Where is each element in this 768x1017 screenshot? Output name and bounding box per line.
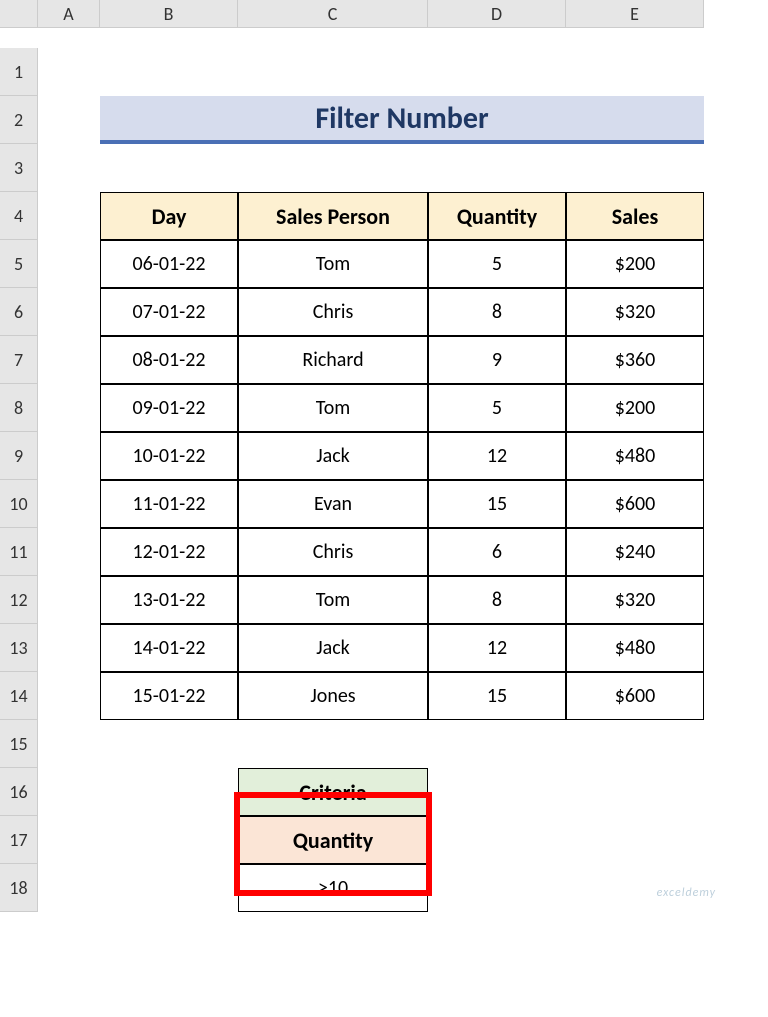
row-header-8[interactable]: 8	[0, 384, 38, 432]
row-header-6[interactable]: 6	[0, 288, 38, 336]
th-day[interactable]: Day	[100, 192, 238, 240]
table-row[interactable]: 13-01-22	[100, 576, 238, 624]
table-row[interactable]: Jack	[238, 624, 428, 672]
th-quantity[interactable]: Quantity	[428, 192, 566, 240]
row-header-12[interactable]: 12	[0, 576, 38, 624]
table-row[interactable]: 11-01-22	[100, 480, 238, 528]
col-header-E[interactable]: E	[566, 0, 704, 28]
table-row[interactable]: $240	[566, 528, 704, 576]
table-row[interactable]: Richard	[238, 336, 428, 384]
row-header-2[interactable]: 2	[0, 96, 38, 144]
row-header-14[interactable]: 14	[0, 672, 38, 720]
table-row[interactable]: Chris	[238, 528, 428, 576]
table-row[interactable]: 09-01-22	[100, 384, 238, 432]
row-header-15[interactable]: 15	[0, 720, 38, 768]
criteria-title[interactable]: Criteria	[238, 768, 428, 816]
col-header-A[interactable]: A	[38, 0, 100, 28]
table-row[interactable]: $320	[566, 576, 704, 624]
table-row[interactable]: $200	[566, 240, 704, 288]
table-row[interactable]: Jones	[238, 672, 428, 720]
table-row[interactable]: Tom	[238, 384, 428, 432]
row-header-16[interactable]: 16	[0, 768, 38, 816]
col-header-C[interactable]: C	[238, 0, 428, 28]
table-row[interactable]: Evan	[238, 480, 428, 528]
table-row[interactable]: 9	[428, 336, 566, 384]
table-row[interactable]: $360	[566, 336, 704, 384]
page-title[interactable]: Filter Number	[100, 96, 704, 144]
table-row[interactable]: 15-01-22	[100, 672, 238, 720]
table-row[interactable]: Tom	[238, 576, 428, 624]
col-header-D[interactable]: D	[428, 0, 566, 28]
table-row[interactable]: 12-01-22	[100, 528, 238, 576]
row-header-10[interactable]: 10	[0, 480, 38, 528]
table-row[interactable]: $200	[566, 384, 704, 432]
th-sales[interactable]: Sales	[566, 192, 704, 240]
table-row[interactable]: 5	[428, 240, 566, 288]
criteria-value[interactable]: >10	[238, 864, 428, 912]
table-row[interactable]: $480	[566, 432, 704, 480]
select-all-corner[interactable]	[0, 0, 38, 28]
table-row[interactable]: 12	[428, 624, 566, 672]
criteria-field[interactable]: Quantity	[238, 816, 428, 864]
table-row[interactable]: 10-01-22	[100, 432, 238, 480]
table-row[interactable]: 15	[428, 480, 566, 528]
row-header-1[interactable]: 1	[0, 48, 38, 96]
table-row[interactable]: 8	[428, 576, 566, 624]
table-row[interactable]: $320	[566, 288, 704, 336]
table-row[interactable]: 8	[428, 288, 566, 336]
row-header-13[interactable]: 13	[0, 624, 38, 672]
table-row[interactable]: 12	[428, 432, 566, 480]
th-sales-person[interactable]: Sales Person	[238, 192, 428, 240]
col-header-B[interactable]: B	[100, 0, 238, 28]
row-header-7[interactable]: 7	[0, 336, 38, 384]
watermark: exceldemy	[657, 886, 716, 900]
row-header-5[interactable]: 5	[0, 240, 38, 288]
table-row[interactable]: Jack	[238, 432, 428, 480]
table-row[interactable]: 06-01-22	[100, 240, 238, 288]
row-header-18[interactable]: 18	[0, 864, 38, 912]
row-header-3[interactable]: 3	[0, 144, 38, 192]
table-row[interactable]: 15	[428, 672, 566, 720]
table-row[interactable]: Tom	[238, 240, 428, 288]
table-row[interactable]: 07-01-22	[100, 288, 238, 336]
table-row[interactable]: $600	[566, 480, 704, 528]
table-row[interactable]: Chris	[238, 288, 428, 336]
row-header-4[interactable]: 4	[0, 192, 38, 240]
row-header-9[interactable]: 9	[0, 432, 38, 480]
row-header-11[interactable]: 11	[0, 528, 38, 576]
row-header-17[interactable]: 17	[0, 816, 38, 864]
table-row[interactable]: $480	[566, 624, 704, 672]
table-row[interactable]: 14-01-22	[100, 624, 238, 672]
table-row[interactable]: 6	[428, 528, 566, 576]
table-row[interactable]: $600	[566, 672, 704, 720]
table-row[interactable]: 5	[428, 384, 566, 432]
table-row[interactable]: 08-01-22	[100, 336, 238, 384]
spreadsheet-grid: A B C D E 1 2 3 4 5 6 7 8 9 10 11 12 13 …	[0, 0, 768, 912]
